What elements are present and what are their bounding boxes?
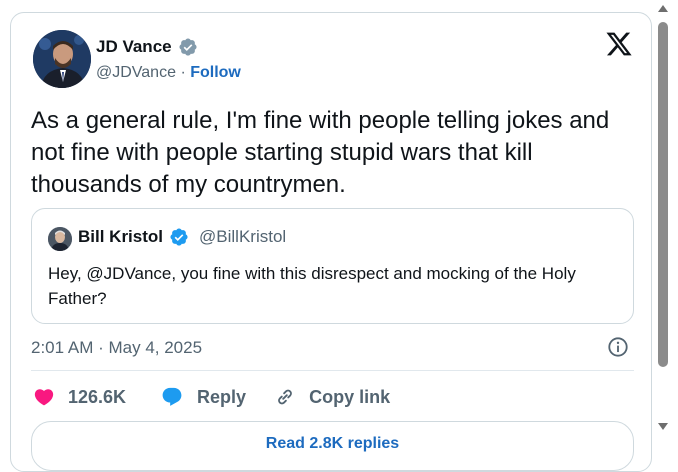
verified-badge-icon [170, 228, 188, 246]
embedded-tweet-card[interactable]: JD Vance @JDVance · Follow As a general … [10, 12, 652, 472]
like-count: 126.6K [68, 386, 127, 407]
quoted-header: Bill Kristol @BillKristol [78, 227, 286, 247]
quoted-author-avatar[interactable] [48, 227, 72, 251]
handle-separator: · [180, 64, 186, 81]
tweet-text: As a general rule, I'm fine with people … [31, 107, 610, 198]
link-icon [278, 389, 292, 405]
x-logo-icon[interactable] [605, 30, 633, 58]
reply-bubble-icon [162, 387, 182, 406]
author-name-text[interactable]: JD Vance [96, 37, 172, 57]
scroll-up-arrow-icon[interactable] [657, 4, 669, 14]
quoted-avatar-image [48, 227, 72, 251]
info-icon[interactable] [607, 336, 629, 358]
author-avatar-image [33, 30, 91, 88]
copy-link-label: Copy link [309, 386, 391, 407]
reply-button[interactable]: Reply [160, 386, 246, 408]
quoted-tweet-text: Hey, @JDVance, you fine with this disres… [48, 264, 576, 308]
heart-icon [34, 389, 54, 406]
reply-label: Reply [197, 386, 247, 407]
like-button[interactable]: 126.6K [33, 386, 126, 408]
tweet-actions: 126.6K Reply Copy link [33, 386, 390, 408]
verified-badge-icon [179, 38, 197, 56]
quoted-tweet[interactable]: Bill Kristol @BillKristol Hey, @JDVance,… [31, 208, 634, 324]
quoted-author-name[interactable]: Bill Kristol [78, 227, 163, 247]
quoted-author-handle[interactable]: @BillKristol [199, 227, 286, 247]
divider [31, 370, 634, 371]
author-avatar[interactable] [33, 30, 91, 88]
tweet-timestamp[interactable]: 2:01 AM · May 4, 2025 [31, 338, 202, 358]
scrollbar-thumb[interactable] [658, 22, 668, 367]
author-handle[interactable]: @JDVance [96, 64, 176, 81]
copy-link-button[interactable]: Copy link [274, 386, 390, 408]
author-name[interactable]: JD Vance [96, 37, 198, 57]
scroll-down-arrow-icon[interactable] [657, 421, 669, 431]
follow-button[interactable]: Follow [190, 64, 241, 81]
read-replies-button[interactable]: Read 2.8K replies [31, 421, 634, 471]
author-handle-row: @JDVance · Follow [96, 64, 241, 82]
